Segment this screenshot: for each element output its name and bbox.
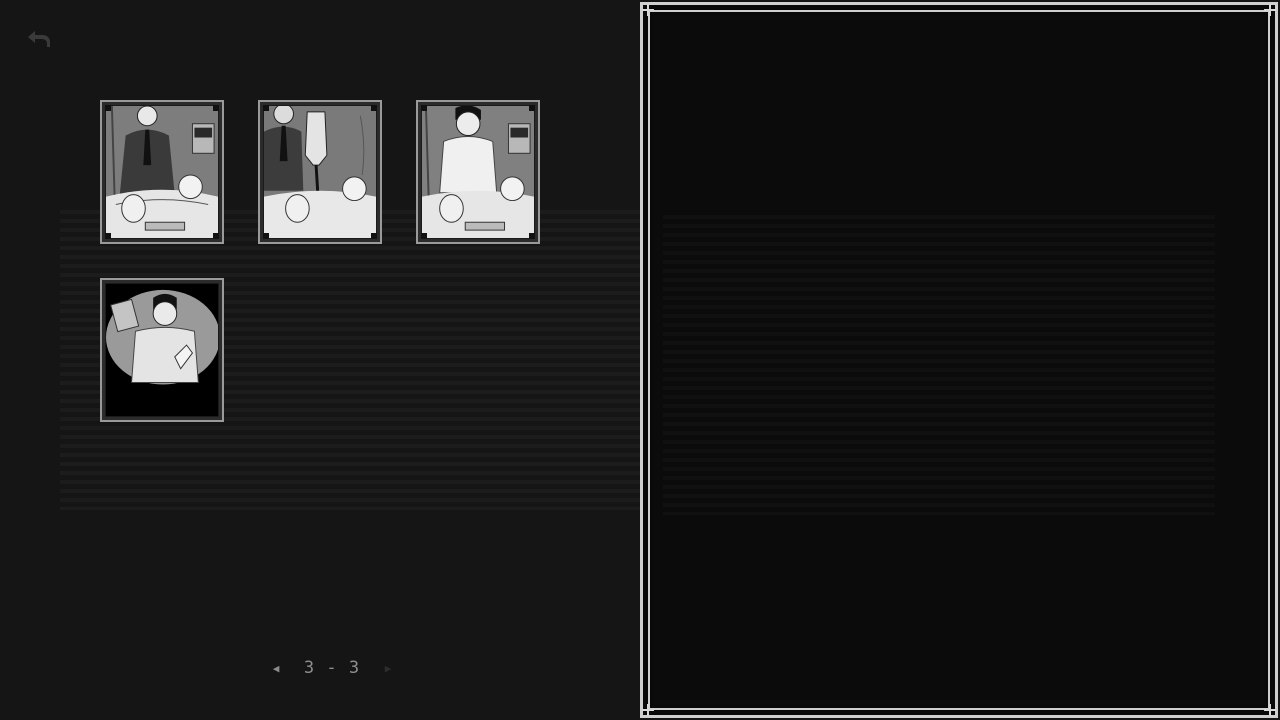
page-navigator: ◀ 3 - 3 ▶ <box>268 656 398 680</box>
corner-ornament <box>213 233 219 239</box>
gallery-thumbnail-3[interactable] <box>416 100 540 244</box>
corner-ornament <box>421 105 427 111</box>
hospital-scene-young-man-thumbnail <box>421 105 535 239</box>
back-button[interactable] <box>26 28 56 52</box>
hospital-scene-iv-bag-thumbnail <box>263 105 377 239</box>
corner-ornament <box>529 233 535 239</box>
back-arrow-icon <box>28 31 50 47</box>
gallery-thumbnail-1[interactable] <box>100 100 224 244</box>
gallery-panel: ◀ 3 - 3 ▶ <box>0 0 1220 720</box>
viewer-frame-inner <box>648 10 1270 710</box>
corner-ornament <box>105 233 111 239</box>
triangle-right-icon: ▶ <box>384 661 392 675</box>
corner-ornament <box>263 233 269 239</box>
corner-ornament <box>421 233 427 239</box>
corner-ornament <box>371 233 377 239</box>
corner-ornament <box>105 105 111 111</box>
page-indicator: 3 - 3 <box>303 658 361 678</box>
triangle-left-icon[interactable]: ◀ <box>268 662 284 675</box>
frame-corner-ornament <box>1264 4 1276 16</box>
gallery-thumbnail-4[interactable] <box>100 278 224 422</box>
hospital-scene-suit-man-thumbnail <box>105 105 219 239</box>
corner-ornament <box>263 105 269 111</box>
corner-ornament <box>371 105 377 111</box>
hospital-bed-vignette-thumbnail <box>105 283 219 417</box>
frame-corner-ornament <box>1264 704 1276 716</box>
frame-corner-ornament <box>642 4 654 16</box>
image-viewer <box>640 2 1278 718</box>
corner-ornament <box>529 105 535 111</box>
gallery-thumbnail-2[interactable] <box>258 100 382 244</box>
frame-corner-ornament <box>642 704 654 716</box>
corner-ornament <box>213 105 219 111</box>
